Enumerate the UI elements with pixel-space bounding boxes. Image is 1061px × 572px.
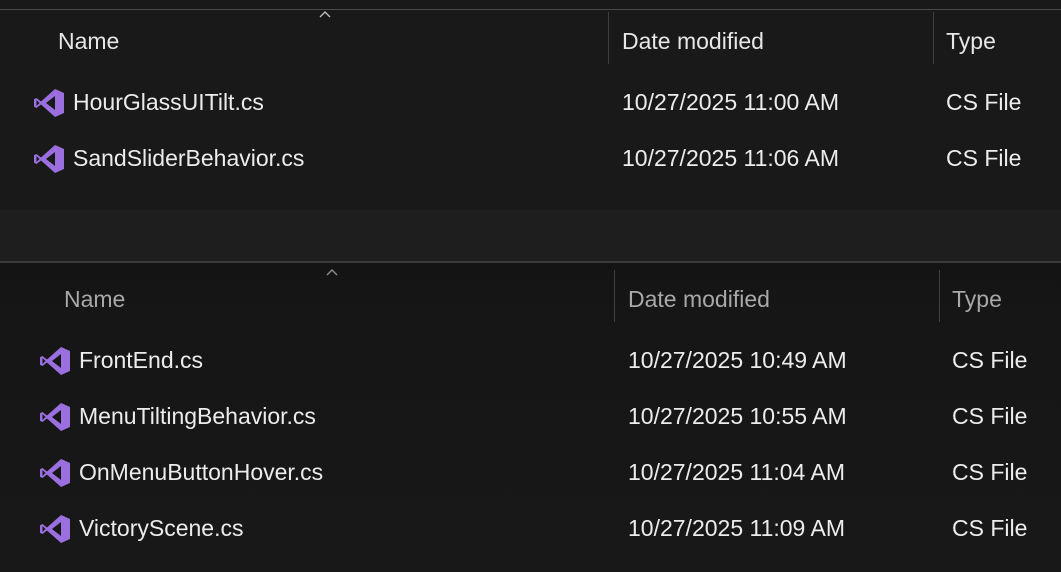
visual-studio-cs-file-icon (40, 347, 70, 375)
file-row[interactable]: OnMenuButtonHover.cs 10/27/2025 11:04 AM… (0, 444, 1061, 500)
pane-top-border (0, 9, 1061, 10)
file-list-pane-top: Name Date modified Type HourGlassUITilt.… (0, 0, 1061, 262)
column-header-type[interactable]: Type (952, 270, 1002, 324)
file-date-modified: 10/27/2025 11:09 AM (628, 515, 845, 541)
column-header-name[interactable]: Name (64, 270, 125, 324)
file-row[interactable]: SandSliderBehavior.cs 10/27/2025 11:06 A… (0, 130, 1061, 186)
column-resize-handle[interactable] (939, 270, 940, 322)
visual-studio-cs-file-icon (40, 459, 70, 487)
file-name: HourGlassUITilt.cs (73, 89, 264, 115)
file-type: CS File (946, 145, 1022, 171)
file-type: CS File (952, 403, 1028, 429)
visual-studio-cs-file-icon (40, 515, 70, 543)
file-name: VictoryScene.cs (79, 515, 244, 541)
file-name: MenuTiltingBehavior.cs (79, 403, 316, 429)
visual-studio-cs-file-icon (34, 89, 64, 117)
file-date-modified: 10/27/2025 11:04 AM (628, 459, 845, 485)
column-header-row: Name Date modified Type (0, 12, 1061, 66)
empty-list-area (0, 210, 1061, 262)
column-resize-handle[interactable] (614, 270, 615, 322)
file-name: SandSliderBehavior.cs (73, 145, 305, 171)
visual-studio-cs-file-icon (34, 145, 64, 173)
column-resize-handle[interactable] (608, 12, 609, 64)
visual-studio-cs-file-icon (40, 403, 70, 431)
column-header-date-modified[interactable]: Date modified (628, 270, 770, 324)
file-row[interactable]: VictoryScene.cs 10/27/2025 11:09 AM CS F… (0, 500, 1061, 556)
file-type: CS File (952, 515, 1028, 541)
column-header-name[interactable]: Name (58, 12, 119, 66)
file-row[interactable]: FrontEnd.cs 10/27/2025 10:49 AM CS File (0, 332, 1061, 388)
file-date-modified: 10/27/2025 10:49 AM (628, 347, 847, 373)
column-resize-handle[interactable] (933, 12, 934, 64)
file-list-pane-bottom: Name Date modified Type FrontEnd.cs 10/2… (0, 262, 1061, 572)
file-row[interactable]: MenuTiltingBehavior.cs 10/27/2025 10:55 … (0, 388, 1061, 444)
file-type: CS File (952, 459, 1028, 485)
column-header-date-modified[interactable]: Date modified (622, 12, 764, 66)
file-name: FrontEnd.cs (79, 347, 203, 373)
file-row[interactable]: HourGlassUITilt.cs 10/27/2025 11:00 AM C… (0, 74, 1061, 130)
file-name: OnMenuButtonHover.cs (79, 459, 324, 485)
column-header-row: Name Date modified Type (0, 270, 1061, 324)
file-date-modified: 10/27/2025 10:55 AM (628, 403, 847, 429)
pane-divider (0, 261, 1061, 263)
file-date-modified: 10/27/2025 11:00 AM (622, 89, 839, 115)
file-type: CS File (946, 89, 1022, 115)
column-header-type[interactable]: Type (946, 12, 996, 66)
file-date-modified: 10/27/2025 11:06 AM (622, 145, 839, 171)
file-type: CS File (952, 347, 1028, 373)
